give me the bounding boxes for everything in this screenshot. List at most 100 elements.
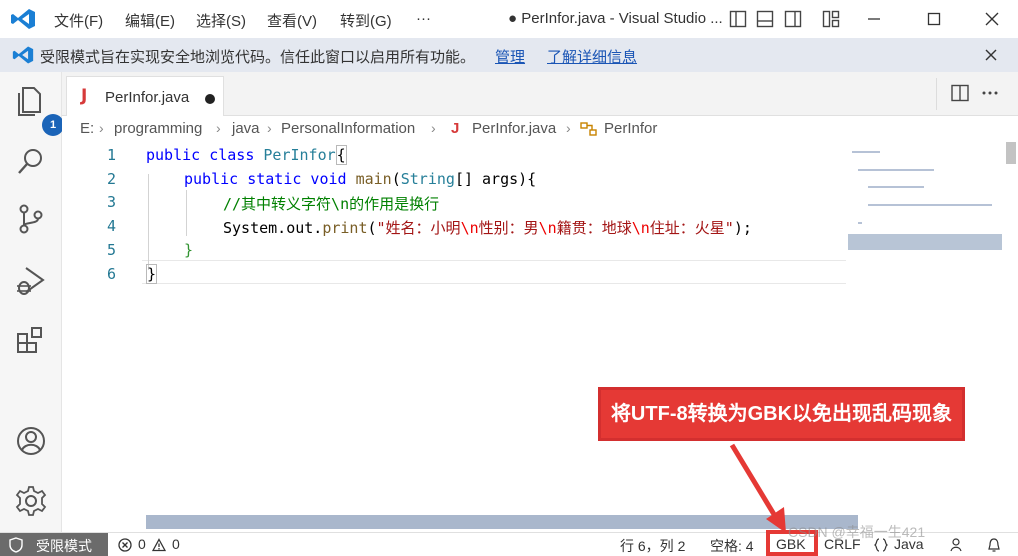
breadcrumb-programming[interactable]: programming	[114, 120, 202, 137]
feedback-icon[interactable]	[950, 537, 966, 553]
toggle-panel-icon[interactable]	[756, 10, 774, 28]
menu-edit[interactable]: 编辑(E)	[125, 10, 175, 31]
code-line-2: public static void main(String[] args){	[184, 170, 536, 188]
breadcrumb-personalinformation[interactable]: PersonalInformation	[281, 120, 415, 137]
banner-learn-more-link[interactable]: 了解详细信息	[547, 46, 637, 67]
problems-indicator[interactable]: 0 0	[116, 533, 186, 556]
window-title: ● PerInfor.java - Visual Studio ...	[508, 10, 723, 27]
bell-icon[interactable]	[986, 537, 1002, 553]
warning-icon	[152, 538, 166, 552]
minimap-line	[858, 222, 862, 224]
params: [] args){	[454, 170, 537, 188]
method-name: print	[322, 219, 368, 237]
string-literal: 性别：男	[478, 219, 539, 237]
menu-more[interactable]: ···	[416, 10, 431, 27]
punctuation: );	[733, 219, 752, 237]
string-literal: 籍贯：地球	[556, 219, 632, 237]
line-number: 2	[106, 170, 116, 188]
explorer-button[interactable]: 1	[14, 84, 64, 136]
line-number: 3	[106, 193, 116, 211]
split-editor-icon[interactable]	[950, 84, 970, 102]
extensions-icon	[17, 327, 42, 353]
manage-button[interactable]	[14, 484, 48, 518]
menu-file[interactable]: 文件(F)	[54, 10, 103, 31]
breadcrumb: E: › programming › java › PersonalInform…	[62, 116, 1018, 142]
vscode-logo-icon	[11, 9, 35, 29]
menu-selection[interactable]: 选择(S)	[196, 10, 246, 31]
escape-sequence: \n	[460, 219, 479, 237]
warning-count: 0	[172, 536, 180, 552]
accounts-button[interactable]	[14, 424, 48, 458]
method-name: main	[355, 170, 392, 188]
restricted-mode-indicator[interactable]: 受限模式	[0, 533, 108, 556]
java-file-icon: J	[451, 120, 460, 137]
cursor-position[interactable]: 行 6，列 2	[620, 536, 685, 556]
explorer-badge: 1	[42, 114, 64, 136]
minimap-slider[interactable]	[848, 234, 1002, 250]
toggle-secondary-sidebar-icon[interactable]	[784, 10, 802, 28]
unsaved-dot-icon[interactable]	[205, 94, 215, 104]
toggle-sidebar-icon[interactable]	[729, 10, 747, 28]
vscode-logo-icon	[12, 46, 34, 64]
restricted-mode-banner: 受限模式旨在实现安全地浏览代码。信任此窗口以启用所有功能。 管理 了解详细信息	[0, 38, 1018, 72]
banner-manage-link[interactable]: 管理	[495, 46, 525, 67]
code-line-3: //其中转义字符\n的作用是换行	[223, 195, 440, 213]
chevron-right-icon: ›	[566, 120, 571, 136]
indentation-setting[interactable]: 空格: 4	[710, 536, 754, 556]
chevron-right-icon: ›	[431, 120, 436, 136]
code-line-4: System.out.print("姓名：小明\n性别：男\n籍贯：地球\n住址…	[223, 217, 752, 238]
tab-label: PerInfor.java	[105, 89, 190, 106]
restricted-mode-label: 受限模式	[36, 538, 92, 554]
extensions-button[interactable]	[14, 324, 48, 358]
activity-bar: 1	[0, 72, 64, 532]
gear-icon	[15, 486, 47, 516]
breadcrumb-java[interactable]: java	[232, 120, 260, 137]
breadcrumb-file[interactable]: PerInfor.java	[472, 120, 556, 137]
escape-sequence: \n	[538, 219, 557, 237]
line-number: 1	[106, 146, 116, 164]
menu-go[interactable]: 转到(G)	[340, 10, 392, 31]
keyword: public class	[146, 146, 264, 164]
type-name: String	[400, 170, 455, 188]
vertical-scrollbar[interactable]	[1004, 142, 1018, 532]
object-ref: System.out.	[223, 219, 323, 237]
menu-view[interactable]: 查看(V)	[267, 10, 317, 31]
shield-icon	[9, 537, 23, 553]
editor-tab-strip: J PerInfor.java	[62, 72, 1018, 116]
string-literal: "姓名：小明	[376, 219, 461, 237]
error-count: 0	[138, 536, 146, 552]
title-bar: 文件(F) 编辑(E) 选择(S) 查看(V) 转到(G) ··· ● PerI…	[0, 0, 1018, 38]
close-window-icon[interactable]	[980, 8, 1004, 30]
tab-perinfor-java[interactable]: J PerInfor.java	[66, 76, 224, 116]
code-line-5: }	[184, 241, 194, 259]
matched-bracket: {	[335, 145, 347, 165]
close-icon[interactable]	[982, 46, 1000, 64]
breadcrumb-class[interactable]: PerInfor	[604, 120, 657, 137]
code-line-1: public class PerInfor{	[146, 145, 347, 165]
banner-message: 受限模式旨在实现安全地浏览代码。信任此窗口以启用所有功能。	[40, 49, 476, 66]
minimap-line	[858, 169, 934, 171]
run-debug-button[interactable]	[14, 264, 48, 298]
more-actions-icon[interactable]	[980, 84, 1000, 102]
scrollbar-thumb[interactable]	[1006, 142, 1016, 164]
annotation-arrow-icon	[729, 443, 786, 531]
run-debug-icon	[17, 267, 45, 295]
punctuation: (	[391, 170, 401, 188]
account-icon	[17, 427, 45, 455]
minimap[interactable]	[848, 142, 1002, 532]
code-editor[interactable]: 1 2 3 4 5 6 public class PerInfor{ publi…	[62, 142, 1018, 532]
minimap-line	[868, 204, 992, 206]
punctuation: (	[367, 219, 377, 237]
breadcrumb-drive[interactable]: E:	[80, 120, 94, 137]
class-name: PerInfor	[263, 146, 336, 164]
chevron-right-icon: ›	[267, 120, 272, 136]
maximize-icon[interactable]	[922, 8, 946, 30]
current-line-highlight	[142, 260, 846, 284]
search-button[interactable]	[14, 144, 48, 178]
minimize-icon[interactable]	[862, 8, 886, 30]
line-number: 4	[106, 217, 116, 235]
class-symbol-icon	[580, 122, 597, 136]
customize-layout-icon[interactable]	[822, 10, 840, 28]
escape-sequence: \n	[631, 219, 650, 237]
source-control-button[interactable]	[14, 202, 48, 236]
